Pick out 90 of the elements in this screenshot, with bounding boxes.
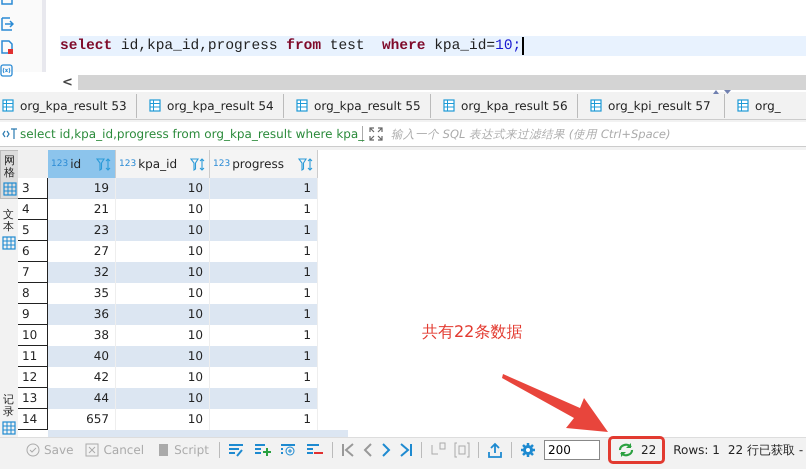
column-header[interactable]: 123 kpa_id bbox=[116, 150, 210, 178]
scroll-arrows-icon[interactable] bbox=[712, 89, 734, 95]
result-tab[interactable]: org_kpa_result 55 bbox=[294, 94, 431, 118]
table-cell: 1 bbox=[210, 388, 318, 409]
upload-icon[interactable] bbox=[486, 442, 503, 458]
settings-icon[interactable] bbox=[520, 442, 536, 458]
table-cell: 23 bbox=[48, 220, 116, 241]
last-page-icon[interactable] bbox=[398, 442, 413, 458]
query-text: select id,kpa_id,progress from org_kpa_result where kpa_ bbox=[18, 126, 363, 142]
table-cell: 1 bbox=[210, 178, 318, 199]
frame-icon[interactable] bbox=[454, 442, 470, 458]
table-icon bbox=[737, 99, 749, 112]
table-cell: 1 bbox=[210, 220, 318, 241]
first-page-icon[interactable] bbox=[340, 442, 355, 458]
row-number: 12 bbox=[18, 367, 48, 388]
row-number: 7 bbox=[18, 262, 48, 283]
row-number: 6 bbox=[18, 241, 48, 262]
filter-field[interactable]: 输入一个 SQL 表达式来过滤结果 (使用 Ctrl+Space) bbox=[389, 122, 806, 146]
copy-row-icon[interactable] bbox=[280, 443, 298, 457]
table-cell: 36 bbox=[48, 304, 116, 325]
result-tab[interactable]: org_ bbox=[735, 94, 806, 118]
table-icon bbox=[590, 99, 602, 112]
row-number: 11 bbox=[18, 346, 48, 367]
edit-row-icon[interactable] bbox=[228, 443, 246, 457]
export-icon[interactable] bbox=[0, 17, 14, 31]
result-tab[interactable]: org_kpa_result 53 bbox=[0, 94, 137, 118]
filter-sort-icon[interactable] bbox=[190, 158, 206, 170]
table-icon bbox=[149, 99, 161, 112]
column-label: id bbox=[70, 157, 82, 171]
add-row-icon[interactable] bbox=[254, 443, 272, 457]
table-cell: 10 bbox=[116, 262, 210, 283]
view-tab[interactable]: 网格 bbox=[0, 150, 19, 200]
row-number: 14 bbox=[18, 409, 48, 430]
table-cell: 10 bbox=[116, 346, 210, 367]
type-label: 123 bbox=[119, 159, 136, 169]
previous-page-icon[interactable] bbox=[362, 442, 373, 458]
table-icon bbox=[443, 99, 455, 112]
expand-icon[interactable] bbox=[369, 127, 383, 141]
table-icon bbox=[296, 99, 308, 112]
horizontal-scrollbar[interactable] bbox=[78, 74, 806, 90]
table-cell: 1 bbox=[210, 346, 318, 367]
sql-text-icon bbox=[2, 128, 18, 140]
fetched-status: 22 行已获取 - bbox=[728, 442, 804, 458]
table-cell: 10 bbox=[116, 220, 210, 241]
grid-icon bbox=[2, 236, 16, 250]
result-tab[interactable]: org_kpi_result 57 bbox=[588, 94, 725, 118]
check-circle-icon bbox=[26, 443, 40, 457]
filter-sort-icon[interactable] bbox=[298, 158, 314, 170]
variable-icon[interactable] bbox=[0, 64, 13, 77]
delete-row-icon[interactable] bbox=[306, 443, 324, 457]
next-page-icon[interactable] bbox=[380, 442, 391, 458]
refresh-icon[interactable] bbox=[616, 442, 635, 458]
table-icon bbox=[2, 99, 14, 112]
column-header[interactable]: 123 id bbox=[48, 150, 116, 178]
type-label: 123 bbox=[213, 159, 230, 169]
view-tab[interactable]: 文本 bbox=[0, 205, 17, 252]
result-tab[interactable]: org_kpa_result 54 bbox=[147, 94, 284, 118]
table-cell: 19 bbox=[48, 178, 116, 199]
table-cell: 44 bbox=[48, 388, 116, 409]
row-number: 3 bbox=[18, 178, 48, 199]
result-tab[interactable]: org_kpa_result 56 bbox=[441, 94, 578, 118]
view-tab[interactable]: 记录 bbox=[0, 390, 17, 437]
corner-cell[interactable] bbox=[18, 150, 48, 178]
grid-icon bbox=[2, 182, 16, 196]
row-count: 22 bbox=[640, 443, 656, 457]
fetch-size-input[interactable]: 200 bbox=[544, 440, 600, 460]
table-cell: 10 bbox=[116, 178, 210, 199]
rows-status: Rows: 1 bbox=[673, 443, 720, 457]
annotation-text: 共有22条数据 bbox=[422, 322, 522, 343]
table-cell: 1 bbox=[210, 304, 318, 325]
row-number: 8 bbox=[18, 283, 48, 304]
type-label: 123 bbox=[51, 159, 68, 169]
close-box-icon bbox=[85, 443, 100, 457]
row-number: 10 bbox=[18, 325, 48, 346]
grid-icon bbox=[2, 421, 16, 435]
scroll-left-button[interactable]: < bbox=[62, 74, 78, 90]
table-cell: 1 bbox=[210, 262, 318, 283]
column-label: progress bbox=[232, 157, 285, 171]
row-number: 9 bbox=[18, 304, 48, 325]
row-number: 4 bbox=[18, 199, 48, 220]
column-header[interactable]: 123 progress bbox=[210, 150, 318, 178]
table-cell: 32 bbox=[48, 262, 116, 283]
table-cell: 10 bbox=[116, 388, 210, 409]
document-error-icon[interactable] bbox=[0, 40, 14, 55]
row-number: 5 bbox=[18, 220, 48, 241]
table-cell: 10 bbox=[116, 304, 210, 325]
table-cell: 40 bbox=[48, 346, 116, 367]
row-number: 13 bbox=[18, 388, 48, 409]
filter-sort-icon[interactable] bbox=[96, 158, 112, 170]
column-label: kpa_id bbox=[138, 157, 178, 171]
